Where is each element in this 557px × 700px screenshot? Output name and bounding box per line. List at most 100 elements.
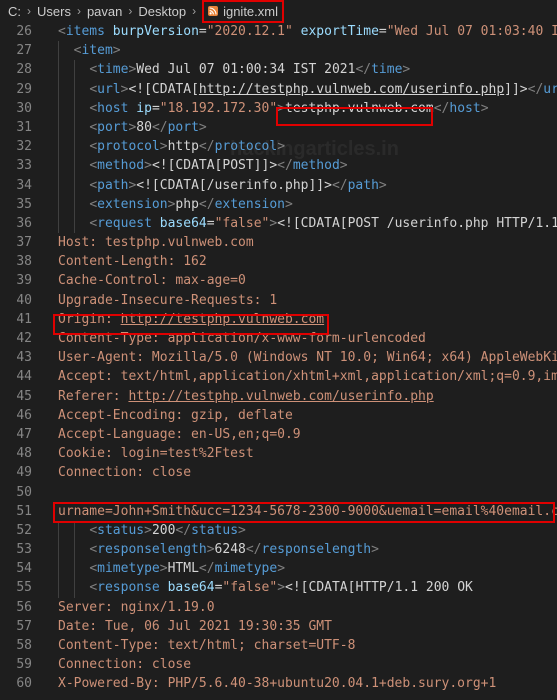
breadcrumb: C: › Users › pavan › Desktop › ignite.xm… [0, 0, 557, 23]
line-number: 54 [16, 561, 32, 577]
code-token: time [97, 62, 129, 78]
code-line[interactable]: 44 Accept: text/html,application/xhtml+xm… [0, 367, 557, 386]
indent-guide [73, 60, 75, 80]
code-token: Cookie: login=test%2Ftest [58, 446, 254, 462]
code-token: Wed Jul 07 01:00:34 IST 2021 [136, 62, 356, 78]
code-line[interactable]: 51 urname=John+Smith&ucc=1234-5678-2300-9… [0, 502, 557, 521]
breadcrumb-item-desktop[interactable]: Desktop [136, 4, 188, 19]
code-line[interactable]: 37 Host: testphp.vulnweb.com [0, 233, 557, 252]
code-token: > [198, 119, 207, 135]
code-token: <![CDATA[POST /userinfo.php HTTP/1.1 [277, 215, 557, 231]
code-token: < [89, 177, 98, 193]
code-line[interactable]: 60 X-Powered-By: PHP/5.6.40-38+ubuntu20.0… [0, 674, 557, 693]
line-number: 49 [16, 465, 32, 481]
code-token: port [97, 119, 129, 135]
code-line[interactable]: 35 <extension>php</extension> [0, 194, 557, 214]
code-token: url [543, 81, 557, 97]
code-line[interactable]: 31 <port>80</port> [0, 117, 557, 138]
code-line[interactable]: 57 Date: Tue, 06 Jul 2021 19:30:35 GMT [0, 617, 557, 636]
breadcrumb-item-file[interactable]: ignite.xml [202, 0, 284, 23]
code-token: > [112, 43, 121, 59]
code-token: > [277, 139, 286, 155]
code-token: > [371, 542, 379, 558]
url-link[interactable]: http://testphp.vulnweb.com/userinfo.php [128, 389, 433, 404]
code-line[interactable]: 29 <url><![CDATA[http://testphp.vulnweb.… [0, 79, 557, 99]
code-line[interactable]: 53 <responselength>6248</responselength> [0, 540, 557, 560]
code-line[interactable]: 32 <protocol>http</protocol> [0, 137, 557, 157]
rss-icon [208, 6, 219, 16]
code-text: X-Powered-By: PHP/5.6.40-38+ubuntu20.04.… [32, 674, 496, 693]
line-number: 48 [16, 446, 32, 462]
line-number: 59 [16, 657, 32, 673]
code-line[interactable]: 38 Content-Length: 162 [0, 252, 557, 271]
code-line[interactable]: 28 <time>Wed Jul 07 01:00:34 IST 2021</t… [0, 60, 557, 80]
file-name: ignite.xml [223, 3, 278, 19]
code-token: "Wed Jul 07 01:03:40 IST [386, 24, 557, 39]
line-number: 34 [16, 177, 32, 193]
code-line[interactable]: 34 <path><![CDATA[/userinfo.php]]></path… [0, 175, 557, 195]
code-token: Accept-Encoding: gzip, deflate [58, 407, 293, 423]
code-token: port [167, 119, 199, 135]
code-line[interactable]: 45 Referer: http://testphp.vulnweb.com/us… [0, 387, 557, 406]
indent-guide [58, 41, 59, 61]
code-text: <item> [32, 41, 121, 60]
breadcrumb-item-drive[interactable]: C: [6, 4, 23, 19]
code-editor[interactable]: 26 <items burpVersion="2020.12.1" exportT… [0, 22, 557, 694]
code-line[interactable]: 41 Origin: http://testphp.vulnweb.com [0, 310, 557, 329]
code-text: Accept-Encoding: gzip, deflate [32, 406, 293, 425]
code-line[interactable]: 47 Accept-Language: en-US,en;q=0.9 [0, 425, 557, 444]
code-line[interactable]: 50 [0, 483, 557, 502]
url-link[interactable]: http://testphp.vulnweb.com/userinfo.php [199, 82, 504, 97]
breadcrumb-item-pavan[interactable]: pavan [85, 4, 124, 19]
code-text: <items burpVersion="2020.12.1" exportTim… [32, 22, 557, 41]
code-token: > [277, 580, 286, 596]
code-line[interactable]: 46 Accept-Encoding: gzip, deflate [0, 406, 557, 425]
indent-guide [58, 156, 59, 176]
code-line[interactable]: 36 <request base64="false"><![CDATA[POST… [0, 213, 557, 234]
code-text: Server: nginx/1.19.0 [32, 598, 215, 617]
code-line[interactable]: 27 <item> [0, 41, 557, 61]
line-number: 42 [16, 331, 32, 346]
code-line[interactable]: 52 <status>200</status> [0, 520, 557, 541]
line-number: 46 [16, 407, 32, 423]
code-token: "18.192.172.30" [159, 100, 278, 116]
indent-guide [58, 60, 59, 80]
code-text: <path><![CDATA[/userinfo.php]]></path> [32, 176, 386, 195]
code-text: Connection: close [32, 463, 191, 482]
code-token: "false" [222, 580, 278, 596]
indent-guide [73, 175, 75, 195]
url-link[interactable]: http://testphp.vulnweb.com [121, 312, 325, 327]
line-number: 35 [16, 196, 32, 212]
code-token: 6248 [214, 542, 246, 558]
code-line[interactable]: 58 Content-Type: text/html; charset=UTF-8 [0, 636, 557, 655]
line-number: 45 [16, 388, 32, 404]
code-line[interactable]: 59 Connection: close [0, 655, 557, 674]
code-line[interactable]: 42 Content-Type: application/x-www-form-u… [0, 329, 557, 348]
code-line[interactable]: 33 <method><![CDATA[POST]]></method> [0, 156, 557, 176]
code-text: <host ip="18.192.172.30">testphp.vulnweb… [32, 99, 488, 118]
code-line[interactable]: 26 <items burpVersion="2020.12.1" exportT… [0, 22, 557, 41]
line-number: 26 [16, 24, 32, 39]
code-token: item [81, 43, 113, 59]
code-text: Accept: text/html,application/xhtml+xml,… [32, 367, 557, 386]
code-line[interactable]: 56 Server: nginx/1.19.0 [0, 598, 557, 617]
code-line[interactable]: 39 Cache-Control: max-age=0 [0, 271, 557, 290]
code-token: burpVersion [112, 24, 199, 39]
code-token: < [89, 196, 98, 212]
indent-guide [73, 559, 75, 579]
code-token: responselength [261, 542, 372, 558]
code-token: Connection: close [58, 465, 192, 481]
code-text: Origin: http://testphp.vulnweb.com [32, 310, 324, 329]
code-line[interactable]: 54 <mimetype>HTML</mimetype> [0, 559, 557, 579]
code-line[interactable]: 49 Connection: close [0, 463, 557, 482]
code-line[interactable]: 48 Cookie: login=test%2Ftest [0, 444, 557, 463]
code-line[interactable]: 55 <response base64="false"><![CDATA[HTT… [0, 578, 557, 598]
breadcrumb-item-users[interactable]: Users [35, 4, 73, 19]
code-line[interactable]: 43 User-Agent: Mozilla/5.0 (Windows NT 10… [0, 348, 557, 367]
code-token: = [151, 100, 160, 116]
code-line[interactable]: 40 Upgrade-Insecure-Requests: 1 [0, 291, 557, 310]
line-number: 50 [16, 484, 32, 500]
code-line[interactable]: 30 <host ip="18.192.172.30">testphp.vuln… [0, 98, 557, 118]
line-number: 57 [16, 618, 32, 634]
